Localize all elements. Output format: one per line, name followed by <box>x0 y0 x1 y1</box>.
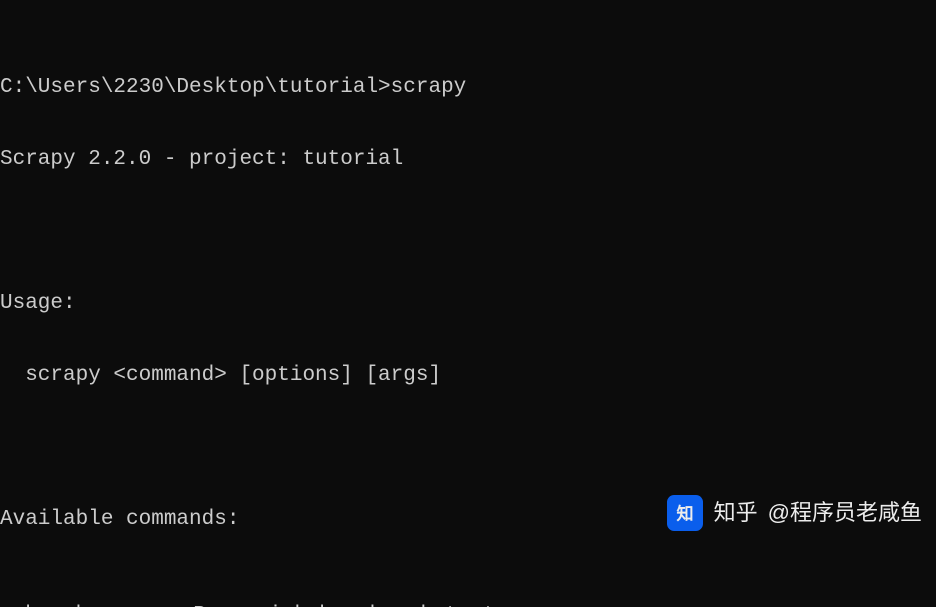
svg-text:知: 知 <box>676 503 693 523</box>
usage-header: Usage: <box>0 292 936 316</box>
prompt-command: scrapy <box>391 76 467 99</box>
terminal-window[interactable]: C:\Users\2230\Desktop\tutorial>scrapy Sc… <box>0 0 936 607</box>
watermark: 知 知乎 @程序员老咸鱼 <box>667 447 922 579</box>
watermark-author: @程序员老咸鱼 <box>768 501 922 525</box>
usage-line: scrapy <command> [options] [args] <box>0 364 936 388</box>
watermark-brand: 知乎 <box>714 501 758 525</box>
prompt-path: C:\Users\2230\Desktop\tutorial> <box>0 76 391 99</box>
version-line: Scrapy 2.2.0 - project: tutorial <box>0 148 936 172</box>
prompt-line: C:\Users\2230\Desktop\tutorial>scrapy <box>0 76 936 100</box>
zhihu-logo-icon: 知 <box>667 447 704 579</box>
blank-line <box>0 220 936 244</box>
